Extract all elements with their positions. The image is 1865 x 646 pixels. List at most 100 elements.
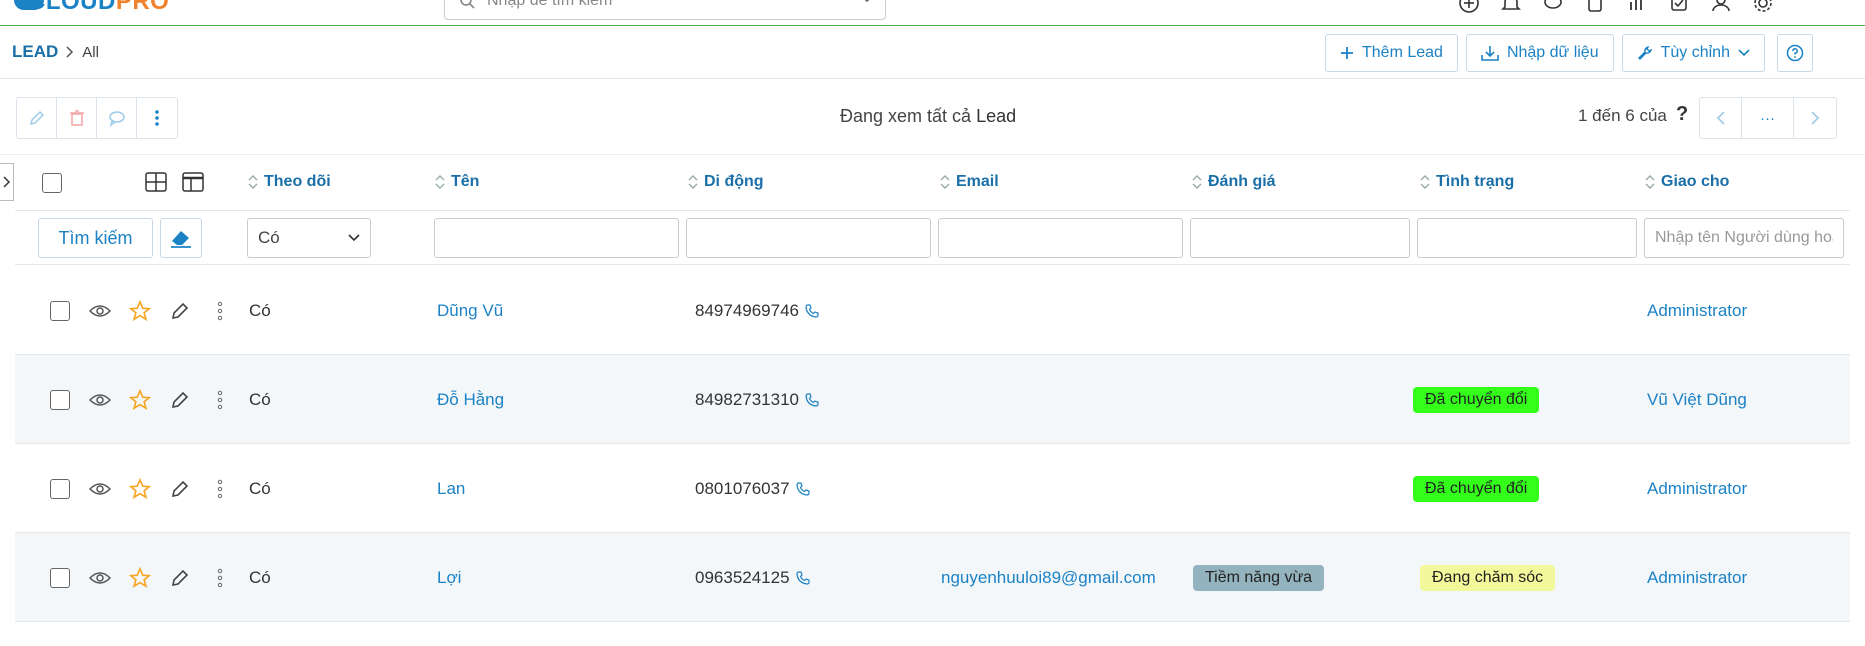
add-lead-button[interactable]: Thêm Lead — [1325, 34, 1458, 72]
document-icon[interactable] — [1581, 0, 1609, 14]
row-checkbox[interactable] — [40, 389, 80, 410]
star-icon[interactable] — [120, 388, 160, 411]
chat-icon[interactable] — [1539, 0, 1567, 14]
column-header-name[interactable]: Tên — [435, 173, 479, 191]
vertical-dots-icon[interactable] — [200, 479, 240, 499]
table-row[interactable]: Có Lợi 0963524125 nguyenhuuloi89@gmail.c… — [15, 533, 1850, 622]
table-row[interactable]: Có Lan 0801076037 Đã chuyển đổi Administ… — [15, 444, 1850, 533]
eye-icon[interactable] — [80, 304, 120, 318]
cell-name-link[interactable]: Lan — [437, 444, 465, 533]
mobile-number: 0963524125 — [695, 567, 790, 587]
chevron-down-icon[interactable] — [861, 0, 873, 3]
download-icon — [1481, 46, 1499, 61]
column-header-rating[interactable]: Đánh giá — [1192, 173, 1276, 191]
cell-assigned-link[interactable]: Administrator — [1647, 444, 1747, 533]
cell-assigned-link[interactable]: Vũ Việt Dũng — [1647, 355, 1747, 444]
sidebar-toggle[interactable] — [0, 163, 14, 201]
column-header-assigned[interactable]: Giao cho — [1645, 173, 1729, 191]
import-data-button[interactable]: Nhập dữ liệu — [1465, 34, 1614, 72]
paging-info: 1 đến 6 của — [1578, 106, 1667, 125]
add-lead-label: Thêm Lead — [1362, 44, 1443, 61]
eye-icon[interactable] — [80, 393, 120, 407]
row-checkbox[interactable] — [40, 478, 80, 499]
eye-icon[interactable] — [80, 571, 120, 585]
breadcrumb-view[interactable]: All — [82, 44, 99, 61]
bell-icon[interactable] — [1497, 0, 1525, 14]
phone-icon[interactable] — [805, 392, 819, 407]
chart-icon[interactable] — [1623, 0, 1651, 14]
vertical-dots-icon[interactable] — [200, 301, 240, 321]
column-header-follow[interactable]: Theo dõi — [248, 173, 331, 191]
pencil-icon[interactable] — [160, 301, 200, 321]
vertical-dots-icon[interactable] — [200, 568, 240, 588]
column-header-mobile[interactable]: Di động — [688, 173, 764, 191]
mass-edit-button[interactable] — [17, 98, 57, 138]
cell-name-link[interactable]: Lợi — [437, 533, 461, 622]
star-icon[interactable] — [120, 566, 160, 589]
email-filter-input[interactable] — [938, 218, 1183, 258]
cell-name-link[interactable]: Dũng Vũ — [437, 266, 503, 355]
follow-filter-value: Có — [258, 228, 280, 247]
cell-status: Đã chuyển đổi — [1413, 444, 1540, 533]
task-check-icon[interactable] — [1665, 0, 1693, 14]
column-label-email: Email — [956, 173, 999, 190]
paging-count-help[interactable]: ? — [1676, 103, 1688, 126]
column-label-assigned: Giao cho — [1661, 173, 1730, 190]
column-header-status[interactable]: Tình trạng — [1420, 173, 1514, 191]
settings-gear-icon[interactable] — [1749, 0, 1777, 14]
vertical-dots-icon — [155, 110, 159, 126]
clear-filter-button[interactable] — [160, 218, 202, 258]
grid-view-icon[interactable] — [145, 172, 167, 196]
filter-search-button[interactable]: Tìm kiếm — [38, 218, 153, 258]
more-actions-button[interactable] — [137, 98, 177, 138]
status-filter-input[interactable] — [1417, 218, 1637, 258]
cell-mobile: 0801076037 — [695, 444, 810, 533]
logo-accent-text: PRO — [115, 0, 170, 15]
column-label-name: Tên — [451, 173, 480, 190]
phone-icon[interactable] — [795, 570, 810, 585]
cell-email-link[interactable]: nguyenhuuloi89@gmail.com — [941, 533, 1156, 622]
star-icon[interactable] — [120, 299, 160, 322]
app-logo[interactable]: CLOUDPRO — [14, 0, 170, 16]
table-row[interactable]: Có Dũng Vũ 84974969746 Administrator — [15, 266, 1850, 355]
global-search-input[interactable]: Nhập để tìm kiếm — [444, 0, 886, 20]
status-badge: Đã chuyển đổi — [1413, 475, 1540, 502]
add-circle-icon[interactable] — [1455, 0, 1483, 14]
vertical-dots-icon[interactable] — [200, 390, 240, 410]
rating-filter-input[interactable] — [1190, 218, 1410, 258]
row-checkbox[interactable] — [40, 300, 80, 321]
star-icon[interactable] — [120, 477, 160, 500]
name-filter-input[interactable] — [434, 218, 679, 258]
user-icon[interactable] — [1707, 0, 1735, 14]
help-button[interactable] — [1776, 34, 1813, 72]
pencil-icon[interactable] — [160, 390, 200, 410]
phone-icon[interactable] — [795, 481, 810, 496]
row-checkbox[interactable] — [40, 567, 80, 588]
prev-page-button[interactable] — [1700, 98, 1742, 138]
select-all-checkbox[interactable] — [42, 173, 62, 193]
chevron-right-icon — [1811, 111, 1819, 125]
cell-assigned-link[interactable]: Administrator — [1647, 266, 1747, 355]
column-layout-icon[interactable] — [182, 172, 204, 196]
viewing-prefix: Đang xem tất cả — [840, 106, 972, 126]
breadcrumb-module[interactable]: LEAD — [12, 42, 58, 62]
mobile-filter-input[interactable] — [686, 218, 931, 258]
column-header-email[interactable]: Email — [940, 173, 999, 191]
cell-assigned-link[interactable]: Administrator — [1647, 533, 1747, 622]
customize-dropdown-button[interactable]: Tùy chỉnh — [1621, 34, 1765, 72]
phone-icon[interactable] — [805, 303, 819, 318]
help-circle-icon — [1786, 44, 1804, 62]
follow-filter-select[interactable]: Có — [247, 218, 371, 258]
page-jump-button[interactable]: ··· — [1742, 98, 1794, 138]
pencil-icon[interactable] — [160, 479, 200, 499]
table-row[interactable]: Có Đỗ Hằng 84982731310 Đã chuyển đổi Vũ … — [15, 355, 1850, 444]
mass-comment-button[interactable] — [97, 98, 137, 138]
mass-action-buttons — [16, 97, 178, 139]
mass-delete-button[interactable] — [57, 98, 97, 138]
cell-name-link[interactable]: Đỗ Hằng — [437, 355, 504, 444]
rating-badge: Tiềm năng vừa — [1193, 564, 1325, 591]
pencil-icon[interactable] — [160, 568, 200, 588]
assigned-filter-input[interactable] — [1644, 218, 1844, 258]
eye-icon[interactable] — [80, 482, 120, 496]
next-page-button[interactable] — [1794, 98, 1836, 138]
